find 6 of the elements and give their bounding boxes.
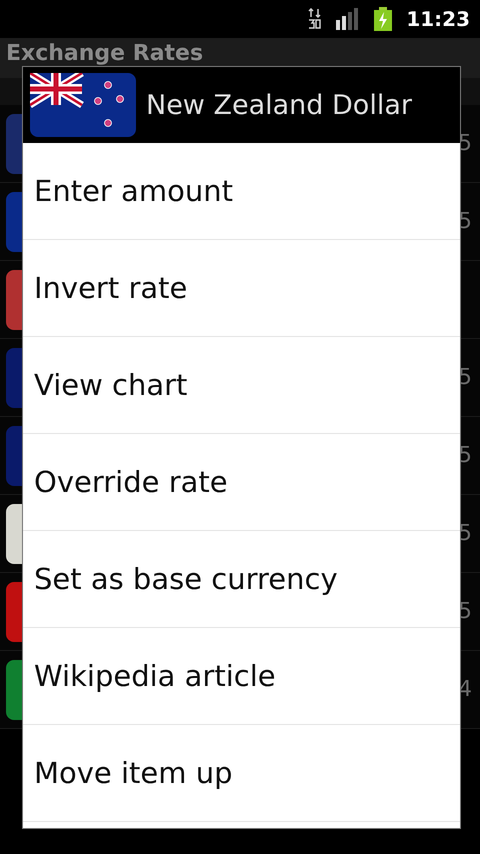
- data-3g-icon: [308, 8, 322, 30]
- signal-icon: [336, 8, 360, 30]
- status-time: 11:23: [406, 7, 470, 31]
- app-title: Exchange Rates: [6, 43, 204, 65]
- dialog-title: New Zealand Dollar: [146, 90, 412, 120]
- battery-charging-icon: [374, 7, 392, 31]
